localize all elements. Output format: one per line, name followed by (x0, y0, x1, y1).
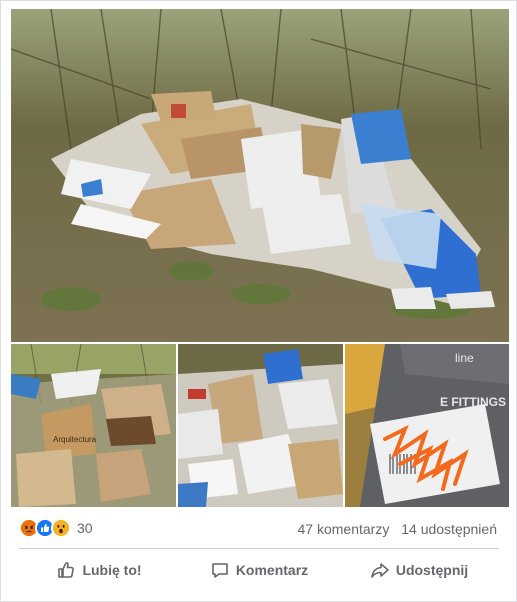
cardboard-boxes-scene: Arquitectura (11, 344, 176, 507)
mixed-waste-scene (178, 344, 343, 507)
post-photo-main[interactable] (11, 9, 509, 342)
comment-bubble-icon (212, 563, 228, 578)
thumbs-up-icon (58, 562, 75, 578)
share-arrow-icon (371, 563, 389, 578)
facebook-post-card: Arquitectura line E FITTINGS 30 47 komen… (0, 0, 517, 602)
shares-count-link[interactable]: 14 udostępnień (401, 521, 497, 537)
reactions-summary[interactable]: 30 (19, 517, 93, 539)
box-brand-text: Arquitectura (53, 435, 97, 444)
label-logo-text: line (455, 351, 474, 365)
comment-button[interactable]: Komentarz (179, 552, 339, 588)
wow-icon (51, 518, 71, 538)
share-button-label: Udostępnij (395, 562, 469, 578)
dumped-waste-scene (11, 9, 509, 342)
actions-divider (19, 548, 499, 549)
comment-button-label: Komentarz (235, 562, 309, 578)
post-stats-row: 30 47 komentarzy 14 udostępnień (19, 513, 499, 543)
post-action-bar: Lubię to! Komentarz Udostępnij (19, 552, 499, 588)
box-label-closeup: line E FITTINGS (345, 344, 509, 507)
post-photo-4[interactable]: line E FITTINGS (345, 344, 509, 507)
like-button-label: Lubię to! (82, 562, 142, 578)
post-photo-3[interactable] (178, 344, 343, 507)
comment-share-counts: 47 komentarzy 14 udostępnień (298, 521, 497, 537)
reaction-count[interactable]: 30 (77, 520, 93, 536)
share-button[interactable]: Udostępnij (339, 552, 499, 588)
post-photo-2[interactable]: Arquitectura (11, 344, 176, 507)
comments-count-link[interactable]: 47 komentarzy (298, 521, 390, 537)
like-button[interactable]: Lubię to! (19, 552, 179, 588)
